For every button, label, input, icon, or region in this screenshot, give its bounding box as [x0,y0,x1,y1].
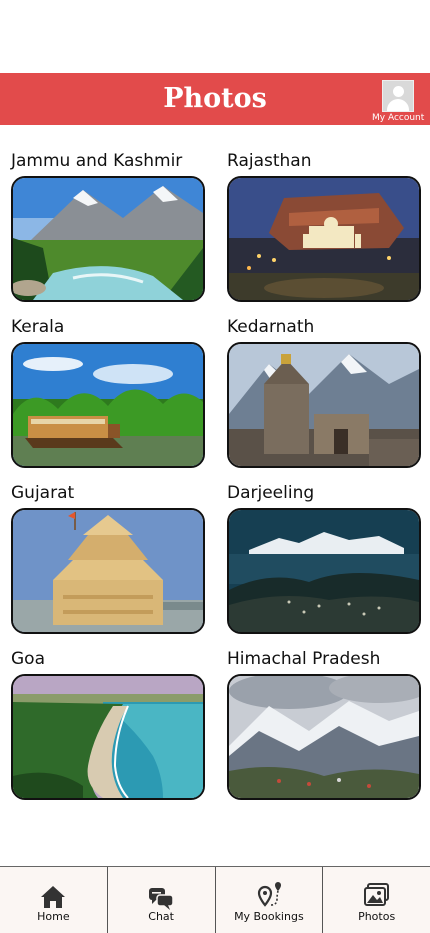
destination-card-rajasthan[interactable]: Rajasthan [227,151,421,302]
destination-name: Gujarat [11,483,75,503]
nav-my-bookings[interactable]: My Bookings [216,867,324,933]
map-pin-icon [255,881,283,913]
my-account-button[interactable]: My Account [372,80,424,124]
app-header: Photos My Account [0,73,430,125]
destination-name: Kedarnath [227,317,315,337]
destination-photo[interactable] [11,176,205,302]
destination-card-goa[interactable]: Goa [11,649,205,800]
destination-photo[interactable] [11,674,205,800]
photos-icon [363,883,390,911]
destination-photo[interactable] [227,674,421,800]
destination-photo[interactable] [227,508,421,634]
destination-name: Kerala [11,317,65,337]
destination-card-darjeeling[interactable]: Darjeeling [227,483,421,634]
destination-card-gujarat[interactable]: Gujarat [11,483,205,634]
destination-name: Darjeeling [227,483,315,503]
destination-card-kedarnath[interactable]: Kedarnath [227,317,421,468]
nav-chat[interactable]: Chat [108,867,216,933]
destination-photo[interactable] [227,176,421,302]
destination-name: Rajasthan [227,151,312,171]
destination-card-himachal-pradesh[interactable]: Himachal Pradesh [227,649,421,800]
avatar-icon [382,80,414,112]
nav-photos-label: Photos [358,910,396,923]
my-account-label: My Account [372,113,425,123]
nav-home[interactable]: Home [0,867,108,933]
destination-photo[interactable] [11,508,205,634]
destination-photo[interactable] [227,342,421,468]
destination-name: Himachal Pradesh [227,649,381,669]
nav-my-bookings-label: My Bookings [234,910,304,923]
destination-name: Jammu and Kashmir [11,151,183,171]
destination-card-jammu-kashmir[interactable]: Jammu and Kashmir [11,151,205,302]
destination-name: Goa [11,649,45,669]
nav-chat-label: Chat [148,910,174,923]
bottom-navigation: Home Chat My Bookings Photos [0,866,430,933]
nav-home-label: Home [37,910,70,923]
page-title: Photos [163,83,267,114]
destination-card-kerala[interactable]: Kerala [11,317,205,468]
destination-photo[interactable] [11,342,205,468]
home-icon [40,885,66,913]
nav-photos[interactable]: Photos [323,867,430,933]
